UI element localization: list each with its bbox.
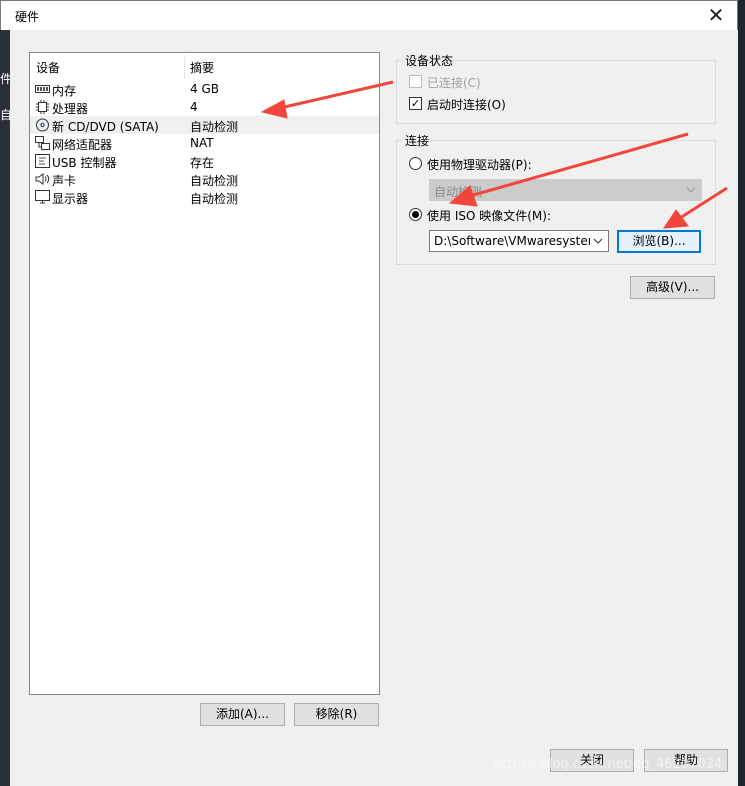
annotation-arrow: [469, 132, 689, 198]
annotation-arrow-head: [448, 185, 478, 207]
annotation-arrow-head: [663, 209, 689, 229]
annotation-arrow: [279, 80, 394, 110]
annotation-arrow-head: [260, 99, 288, 119]
annotation-arrows: [260, 80, 728, 229]
annotation-arrow: [679, 186, 728, 220]
